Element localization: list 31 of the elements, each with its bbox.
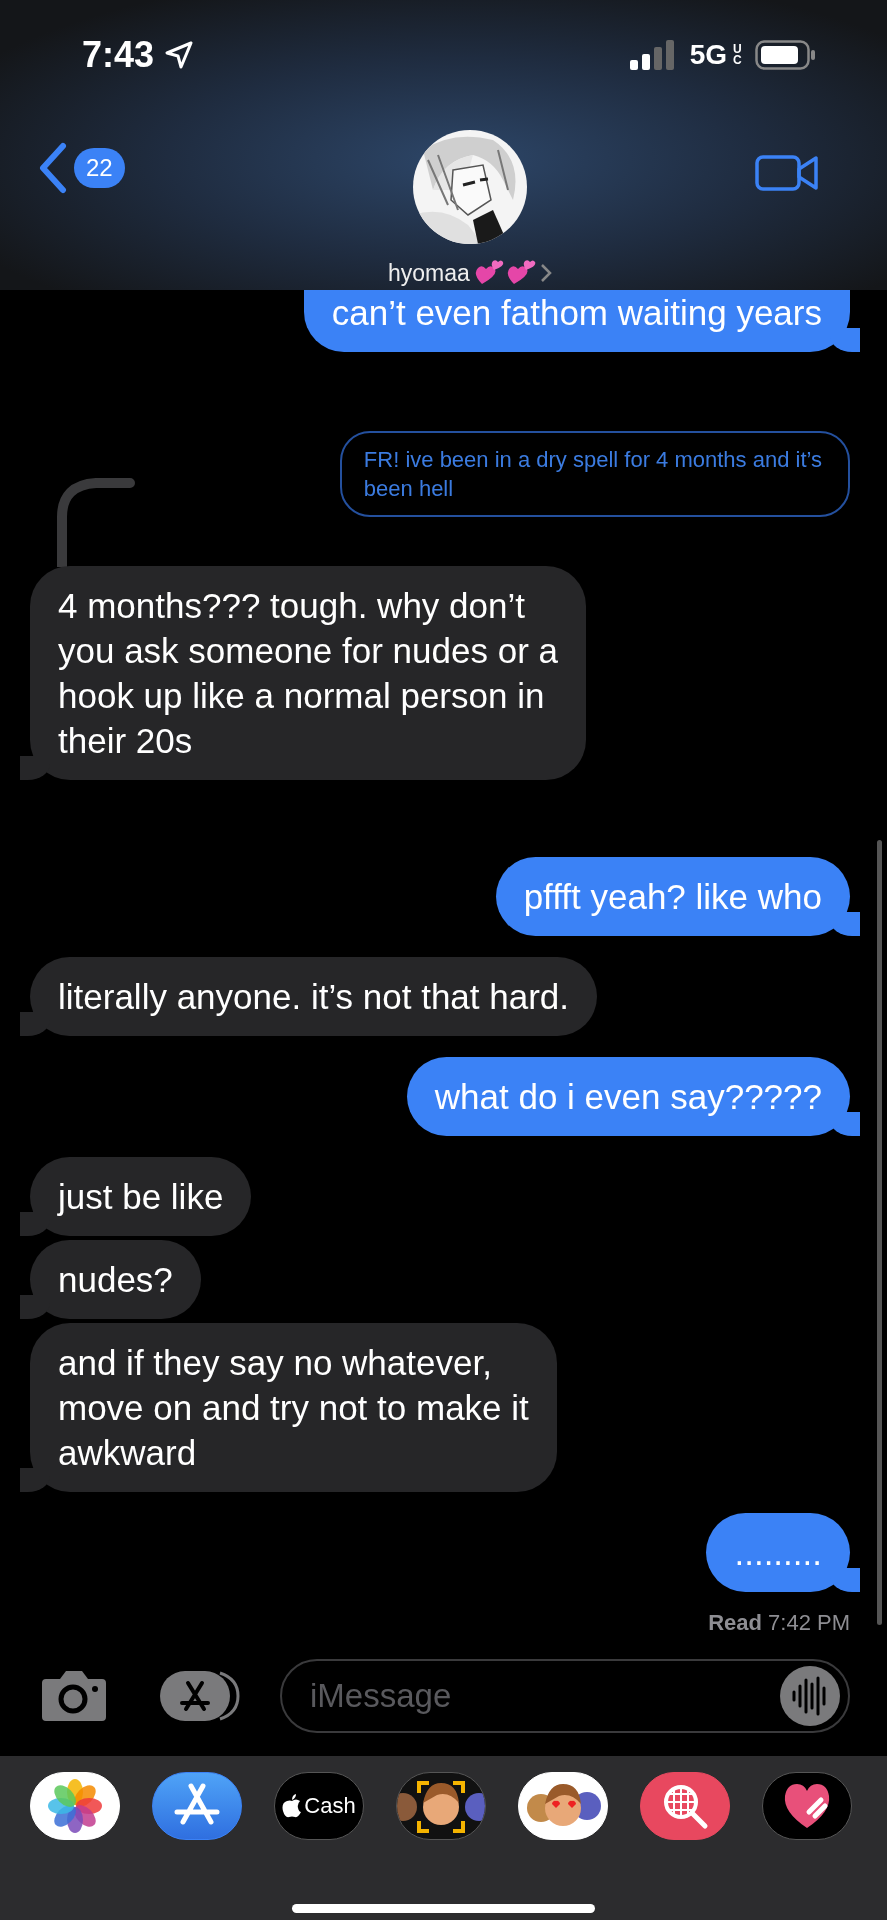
location-arrow-icon (164, 40, 195, 70)
battery-icon (755, 40, 817, 70)
message-field[interactable]: iMessage (280, 1659, 850, 1733)
clock-time: 7:43 (82, 34, 155, 76)
contact-name[interactable]: hyomaa (387, 259, 470, 287)
app-store-icon[interactable] (158, 1669, 242, 1723)
message-bubble: nudes? (20, 1240, 201, 1319)
message-bubble: ......... (706, 1513, 860, 1592)
camera-icon[interactable] (40, 1669, 108, 1723)
cash-app-button[interactable]: Cash (274, 1772, 364, 1840)
message-bubble: literally anyone. it’s not that hard. (20, 957, 598, 1036)
message-bubble: what do i even say????? (406, 1057, 860, 1136)
unread-count-badge: 22 (74, 148, 125, 188)
back-button[interactable]: 22 (38, 142, 125, 194)
audio-waveform-icon[interactable] (780, 1666, 840, 1726)
message-bubble: and if they say no whatever, move on and try not to make it awkward (20, 1323, 557, 1492)
flower-icon (47, 1778, 103, 1834)
back-chevron-icon (38, 142, 68, 194)
signal-icon (629, 40, 676, 70)
network-sub-label: UC (733, 44, 743, 66)
reply-message-bubble: FR! ive been in a dry spell for 4 months and it’s been hell (339, 431, 850, 517)
message-input[interactable]: iMessage (308, 1676, 780, 1716)
message-bubble: just be like (20, 1157, 252, 1236)
apple-logo-icon (282, 1794, 303, 1818)
network-label: 5G (689, 39, 727, 71)
message-bubble: 4 months??? tough. why don’t you ask someone for nudes or a hook up like a normal person in their 20s (20, 566, 586, 780)
video-camera-icon[interactable] (755, 153, 819, 193)
read-receipt: Read 7:42 PM (708, 1610, 850, 1636)
message-bubble: pffft yeah? like who (495, 857, 860, 936)
message-bubble: can’t even fathom waiting years (303, 290, 860, 352)
chevron-right-icon (539, 263, 552, 283)
